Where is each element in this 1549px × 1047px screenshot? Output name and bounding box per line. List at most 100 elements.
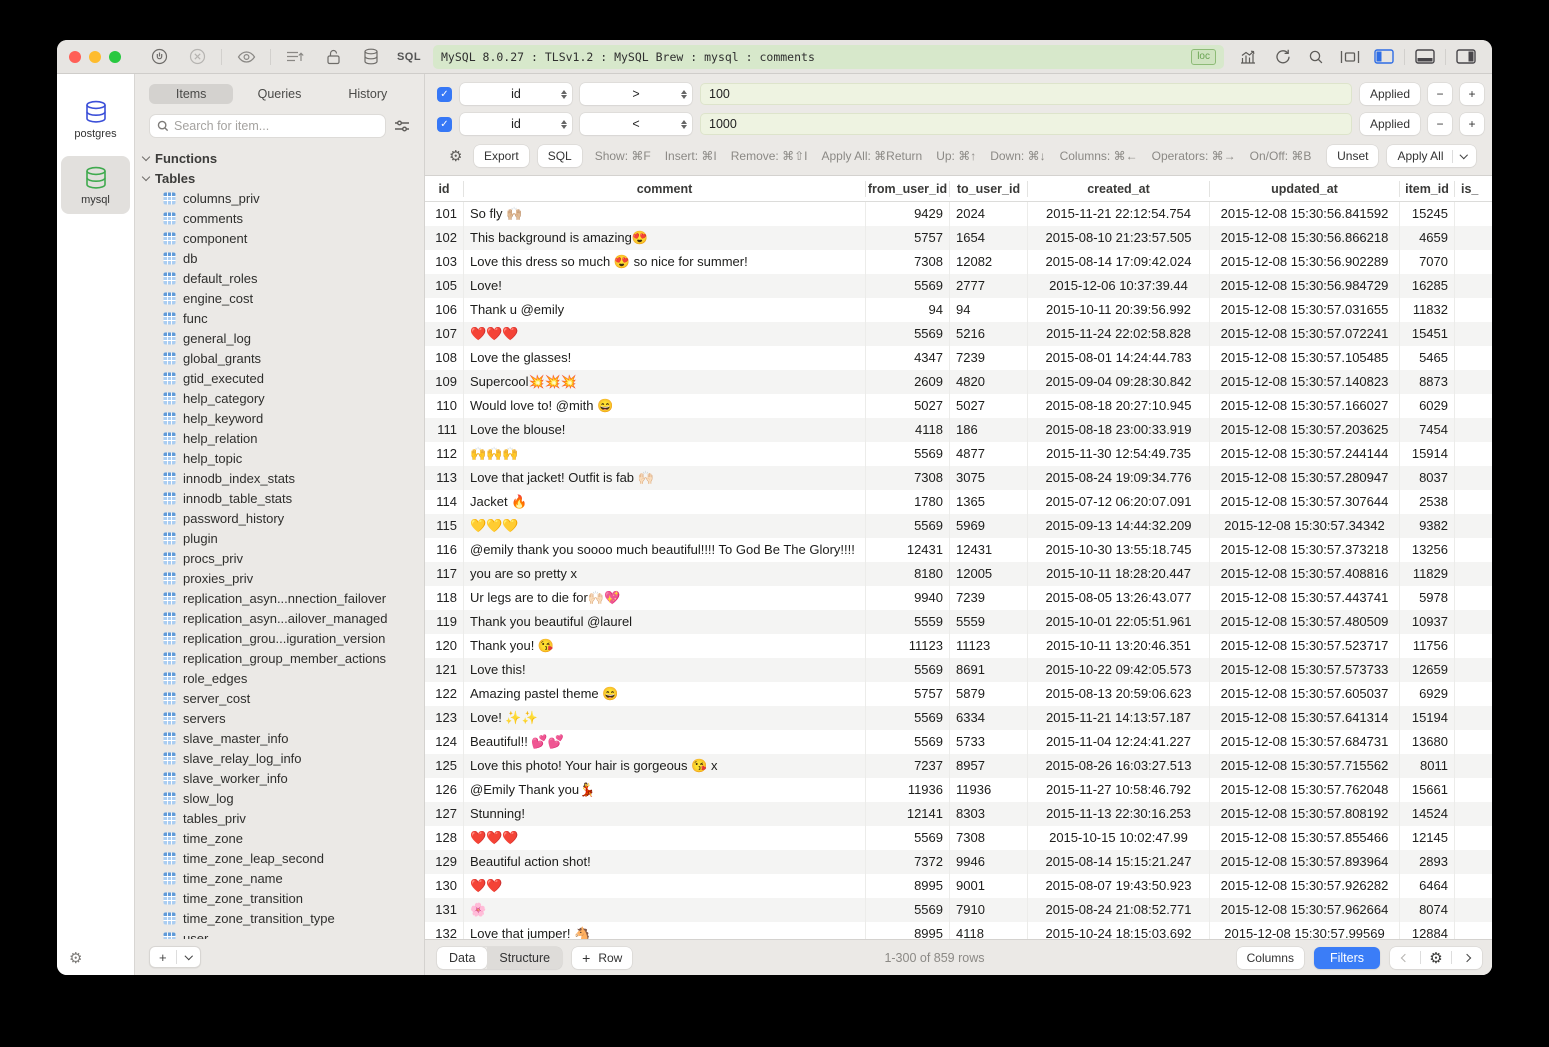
- sidebar-table-item[interactable]: replication_grou...iguration_version: [143, 628, 424, 648]
- remove-filter-button[interactable]: −: [1428, 83, 1452, 105]
- sidebar-table-item[interactable]: time_zone_leap_second: [143, 848, 424, 868]
- add-filter-button[interactable]: +: [1460, 113, 1484, 135]
- table-row[interactable]: 122 Amazing pastel theme 😄 5757 5879 201…: [425, 682, 1492, 706]
- settings-gear-icon[interactable]: ⚙: [69, 949, 82, 967]
- next-page-button[interactable]: [1452, 955, 1482, 961]
- tab-structure[interactable]: Structure: [487, 947, 562, 969]
- filter-settings-gear-icon[interactable]: ⚙: [449, 147, 465, 165]
- filter-checkbox[interactable]: ✓: [437, 117, 452, 132]
- filters-button[interactable]: Filters: [1314, 947, 1380, 969]
- unset-button[interactable]: Unset: [1327, 145, 1378, 167]
- table-row[interactable]: 108 Love the glasses! 4347 7239 2015-08-…: [425, 346, 1492, 370]
- sidebar-table-item[interactable]: general_log: [143, 328, 424, 348]
- table-row[interactable]: 121 Love this! 5569 8691 2015-10-22 09:4…: [425, 658, 1492, 682]
- table-row[interactable]: 111 Love the blouse! 4118 186 2015-08-18…: [425, 418, 1492, 442]
- table-row[interactable]: 110 Would love to! @mith 😄 5027 5027 201…: [425, 394, 1492, 418]
- sidebar-table-item[interactable]: time_zone: [143, 828, 424, 848]
- table-row[interactable]: 123 Love! ✨✨ 5569 6334 2015-11-21 14:13:…: [425, 706, 1492, 730]
- table-row[interactable]: 120 Thank you! 😘 11123 11123 2015-10-11 …: [425, 634, 1492, 658]
- sidebar-table-item[interactable]: proxies_priv: [143, 568, 424, 588]
- table-row[interactable]: 118 Ur legs are to die for🙌🏻💖 9940 7239 …: [425, 586, 1492, 610]
- sidebar-table-item[interactable]: time_zone_name: [143, 868, 424, 888]
- columns-button[interactable]: Columns: [1237, 947, 1304, 969]
- sidebar-table-item[interactable]: replication_group_member_actions: [143, 648, 424, 668]
- column-header-updated-at[interactable]: updated_at: [1210, 181, 1400, 197]
- column-header-created-at[interactable]: created_at: [1028, 181, 1210, 197]
- column-header-id[interactable]: id: [425, 181, 464, 197]
- table-row[interactable]: 103 Love this dress so much 😍 so nice fo…: [425, 250, 1492, 274]
- table-row[interactable]: 128 ❤️❤️❤️ 5569 7308 2015-10-15 10:02:47…: [425, 826, 1492, 850]
- table-row[interactable]: 127 Stunning! 12141 8303 2015-11-13 22:3…: [425, 802, 1492, 826]
- preview-eye-icon[interactable]: [232, 45, 260, 69]
- table-row[interactable]: 117 you are so pretty x 8180 12005 2015-…: [425, 562, 1492, 586]
- sidebar-table-item[interactable]: help_topic: [143, 448, 424, 468]
- connection-mysql[interactable]: mysql: [61, 156, 130, 214]
- sidebar-table-item[interactable]: help_keyword: [143, 408, 424, 428]
- item-search-box[interactable]: [149, 114, 386, 138]
- minimize-window-button[interactable]: [89, 51, 101, 63]
- filter-column-select[interactable]: id: [460, 83, 572, 105]
- table-row[interactable]: 126 @Emily Thank you💃 11936 11936 2015-1…: [425, 778, 1492, 802]
- table-row[interactable]: 101 So fly 🙌🏼 9429 2024 2015-11-21 22:12…: [425, 202, 1492, 226]
- grid-settings-gear-icon[interactable]: ⚙: [1421, 949, 1451, 967]
- add-row-button[interactable]: +Row: [572, 947, 632, 969]
- remove-filter-button[interactable]: −: [1428, 113, 1452, 135]
- filter-checkbox[interactable]: ✓: [437, 87, 452, 102]
- filter-operator-select[interactable]: <: [580, 113, 692, 135]
- close-window-button[interactable]: [69, 51, 81, 63]
- column-header-to-user-id[interactable]: to_user_id: [950, 181, 1028, 197]
- sidebar-table-item[interactable]: func: [143, 308, 424, 328]
- table-row[interactable]: 124 Beautiful!! 💕💕 5569 5733 2015-11-04 …: [425, 730, 1492, 754]
- table-row[interactable]: 114 Jacket 🔥 1780 1365 2015-07-12 06:20:…: [425, 490, 1492, 514]
- add-filter-button[interactable]: +: [1460, 83, 1484, 105]
- sidebar-table-item[interactable]: help_relation: [143, 428, 424, 448]
- filter-value-input[interactable]: [700, 83, 1352, 105]
- filter-sliders-icon[interactable]: [394, 119, 410, 133]
- column-header-item-id[interactable]: item_id: [1400, 181, 1455, 197]
- sidebar-table-item[interactable]: servers: [143, 708, 424, 728]
- sidebar-table-item[interactable]: slave_relay_log_info: [143, 748, 424, 768]
- export-button[interactable]: Export: [474, 145, 529, 167]
- filter-column-select[interactable]: id: [460, 113, 572, 135]
- table-row[interactable]: 112 🙌🙌🙌 5569 4877 2015-11-30 12:54:49.73…: [425, 442, 1492, 466]
- sidebar-table-item[interactable]: tables_priv: [143, 808, 424, 828]
- sidebar-table-item[interactable]: comments: [143, 208, 424, 228]
- table-row[interactable]: 107 ❤️❤️❤️ 5569 5216 2015-11-24 22:02:58…: [425, 322, 1492, 346]
- filter-value-input[interactable]: [700, 113, 1352, 135]
- table-row[interactable]: 116 @emily thank you soooo much beautifu…: [425, 538, 1492, 562]
- table-row[interactable]: 113 Love that jacket! Outfit is fab 🙌🏻 7…: [425, 466, 1492, 490]
- lock-icon[interactable]: [319, 45, 347, 69]
- sidebar-table-item[interactable]: help_category: [143, 388, 424, 408]
- tab-history[interactable]: History: [326, 84, 410, 104]
- sidebar-table-item[interactable]: time_zone_transition_type: [143, 908, 424, 928]
- plus-icon[interactable]: +: [150, 950, 176, 965]
- sql-editor-button[interactable]: SQL: [395, 45, 423, 69]
- column-header-comment[interactable]: comment: [464, 181, 866, 197]
- applied-button[interactable]: Applied: [1360, 113, 1420, 135]
- table-row[interactable]: 115 💛💛💛 5569 5969 2015-09-13 14:44:32.20…: [425, 514, 1492, 538]
- sidebar-table-item[interactable]: engine_cost: [143, 288, 424, 308]
- table-row[interactable]: 130 ❤️❤️ 8995 9001 2015-08-07 19:43:50.9…: [425, 874, 1492, 898]
- center-content-icon[interactable]: [1336, 45, 1364, 69]
- tab-data[interactable]: Data: [437, 947, 487, 969]
- filter-operator-select[interactable]: >: [580, 83, 692, 105]
- sidebar-table-item[interactable]: innodb_index_stats: [143, 468, 424, 488]
- sql-button[interactable]: SQL: [538, 145, 582, 167]
- stats-chart-icon[interactable]: [1234, 45, 1262, 69]
- add-item-split-button[interactable]: +: [149, 946, 201, 968]
- tab-queries[interactable]: Queries: [237, 84, 321, 104]
- sidebar-table-item[interactable]: gtid_executed: [143, 368, 424, 388]
- sidebar-table-item[interactable]: slave_master_info: [143, 728, 424, 748]
- table-row[interactable]: 105 Love! 5569 2777 2015-12-06 10:37:39.…: [425, 274, 1492, 298]
- sidebar-table-item[interactable]: replication_asyn...ailover_managed: [143, 608, 424, 628]
- sidebar-table-item[interactable]: replication_asyn...nnection_failover: [143, 588, 424, 608]
- table-row[interactable]: 129 Beautiful action shot! 7372 9946 201…: [425, 850, 1492, 874]
- table-row[interactable]: 125 Love this photo! Your hair is gorgeo…: [425, 754, 1492, 778]
- sidebar-table-item[interactable]: time_zone_transition: [143, 888, 424, 908]
- sidebar-table-item[interactable]: user: [143, 928, 424, 939]
- refresh-icon[interactable]: [1268, 45, 1296, 69]
- apply-all-button[interactable]: Apply All: [1387, 145, 1476, 167]
- connection-postgres[interactable]: postgres: [61, 90, 130, 148]
- add-item-dropdown[interactable]: [177, 956, 201, 959]
- sidebar-table-item[interactable]: global_grants: [143, 348, 424, 368]
